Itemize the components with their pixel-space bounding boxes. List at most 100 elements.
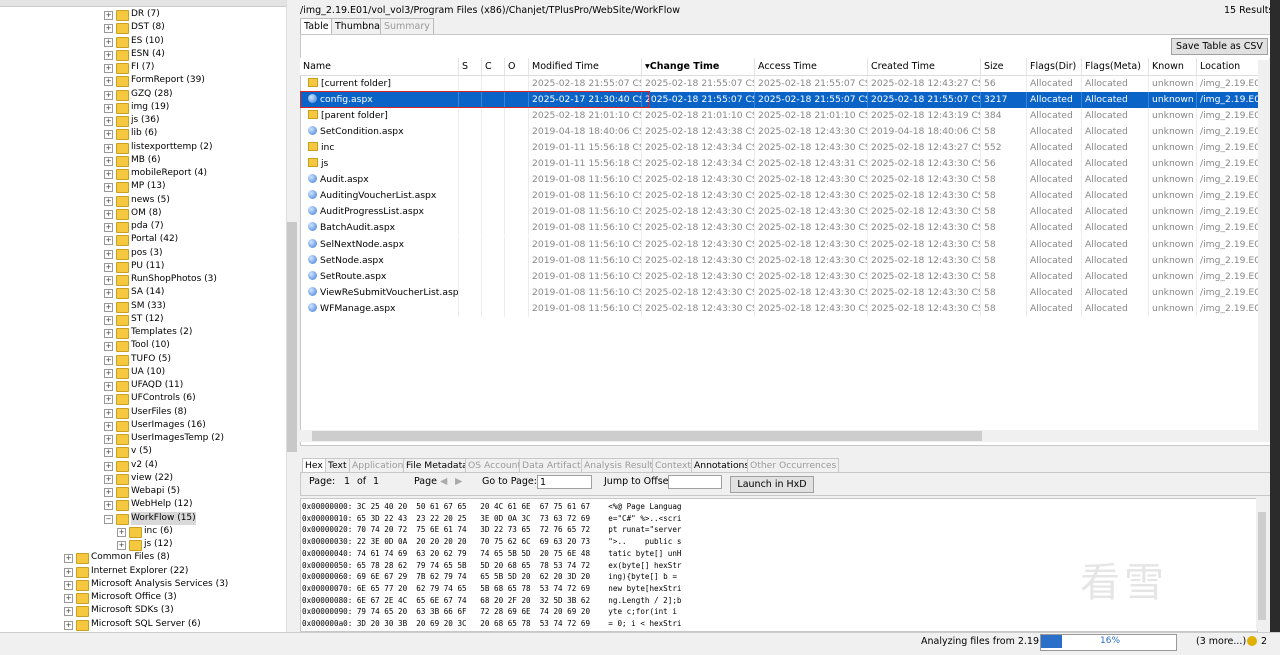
bottom-tab[interactable]: Context [652, 458, 694, 473]
column-header[interactable]: Size [981, 58, 1027, 76]
expand-icon[interactable]: + [117, 541, 126, 550]
more-tasks-link[interactable]: (3 more...) [1196, 636, 1246, 647]
bottom-tab[interactable]: Hex [302, 458, 326, 473]
bottom-tab[interactable]: Annotations [691, 458, 753, 473]
table-row[interactable]: js 2019-01-11 15:56:18 CST 2025-02-18 12:4… [300, 156, 1270, 173]
expand-icon[interactable]: + [104, 329, 113, 338]
launch-hxd-button[interactable]: Launch in HxD [730, 476, 814, 493]
expand-icon[interactable]: + [104, 236, 113, 246]
expand-icon[interactable]: + [64, 567, 73, 577]
table-row[interactable]: BatchAudit.aspx 2019-01-08 11:56:10 CST 20… [300, 220, 1270, 237]
expand-icon[interactable]: + [64, 594, 73, 603]
table-row[interactable]: Audit.aspx 2019-01-08 11:56:10 CST 2025-02… [300, 172, 1270, 189]
warning-icon[interactable] [1247, 636, 1257, 646]
expand-icon[interactable]: + [104, 117, 113, 126]
expand-icon[interactable]: + [104, 302, 113, 312]
expand-icon[interactable]: + [104, 37, 113, 47]
column-header[interactable]: C [482, 58, 505, 76]
prev-page-icon[interactable]: ◀ [440, 476, 447, 487]
bottom-tab[interactable]: Analysis Results [581, 458, 661, 473]
table-cell: 2025-02-18 21:01:10 CST [642, 108, 755, 125]
column-header[interactable]: S [459, 58, 482, 76]
table-row[interactable]: SetRoute.aspx 2019-01-08 11:56:10 CST 2025… [300, 268, 1270, 285]
expand-icon[interactable]: + [104, 435, 113, 444]
expand-icon[interactable]: + [104, 421, 113, 431]
bottom-tab[interactable]: File Metadata [403, 458, 471, 473]
expand-icon[interactable]: + [104, 315, 113, 325]
expand-icon[interactable]: + [104, 183, 113, 193]
expand-icon[interactable]: + [64, 620, 73, 630]
expand-icon[interactable]: + [104, 196, 113, 206]
tab-summary[interactable]: Summary [380, 18, 434, 35]
table-row[interactable]: ViewReSubmitVoucherList.aspx 2019-01-08 1… [300, 284, 1270, 301]
column-header[interactable]: O [505, 58, 529, 76]
expand-icon[interactable]: + [104, 170, 113, 179]
expand-icon[interactable]: + [104, 103, 113, 113]
expand-icon[interactable]: + [104, 156, 113, 166]
expand-icon[interactable]: + [104, 249, 113, 259]
expand-icon[interactable]: + [104, 64, 113, 73]
expand-icon[interactable]: + [104, 223, 113, 232]
expand-icon[interactable]: + [104, 461, 113, 471]
jump-offset-input[interactable] [668, 475, 722, 489]
column-header[interactable]: Flags(Meta) [1082, 58, 1149, 76]
expand-icon[interactable]: + [104, 90, 113, 100]
bottom-tab[interactable]: Data Artifacts [519, 458, 589, 473]
table-row[interactable]: inc 2019-01-11 15:56:18 CST 2025-02-18 12:… [300, 140, 1270, 157]
goto-page-input[interactable]: 1 [537, 475, 592, 489]
bottom-tab[interactable]: Other Occurrences [747, 458, 840, 473]
expand-icon[interactable]: + [104, 276, 113, 285]
column-header[interactable]: Created Time [868, 58, 981, 76]
table-row[interactable]: [parent folder] 2025-02-18 21:01:10 CST 20… [300, 108, 1270, 125]
bottom-tab[interactable]: Application [349, 458, 407, 473]
bottom-tab[interactable]: Text [325, 458, 350, 473]
expand-icon[interactable]: + [104, 209, 113, 219]
expand-icon[interactable]: + [104, 355, 113, 365]
collapse-icon[interactable]: − [104, 514, 113, 524]
expand-icon[interactable]: + [104, 488, 113, 497]
tree-scrollbar-thumb[interactable] [287, 222, 297, 452]
expand-icon[interactable]: + [104, 143, 113, 153]
expand-icon[interactable]: + [104, 408, 113, 418]
table-vertical-scrollbar[interactable] [1258, 60, 1270, 430]
column-header[interactable]: Access Time [755, 58, 868, 76]
expand-icon[interactable]: + [104, 77, 113, 87]
column-header[interactable]: Known [1149, 58, 1197, 76]
expand-icon[interactable]: + [117, 527, 126, 537]
expand-icon[interactable]: + [64, 554, 73, 564]
table-row[interactable]: SetNode.aspx 2019-01-08 11:56:10 CST 2025-… [300, 252, 1270, 269]
table-row[interactable]: [current folder] 2025-02-18 21:55:07 CST 2… [300, 76, 1270, 92]
table-row[interactable]: SetCondition.aspx 2019-04-18 18:40:06 CST… [300, 124, 1270, 141]
table-row[interactable]: AuditingVoucherList.aspx 2019-01-08 11:56… [300, 188, 1270, 205]
expand-icon[interactable]: + [104, 368, 113, 378]
expand-icon[interactable]: + [104, 474, 113, 484]
tree-item-label: DST (8) [131, 22, 165, 33]
column-header[interactable]: ▾Change Time [642, 58, 755, 76]
table-row[interactable]: WFManage.aspx 2019-01-08 11:56:10 CST 2025… [300, 300, 1270, 317]
expand-icon[interactable]: + [104, 395, 113, 405]
expand-icon[interactable]: + [104, 448, 113, 458]
directory-tree[interactable]: + DR (7) + DST (8) + ES (10) + ESN (4) + FI (7) + F… [0, 0, 286, 632]
expand-icon[interactable]: + [104, 130, 113, 140]
hex-scrollbar-thumb[interactable] [1258, 512, 1266, 620]
save-csv-button[interactable]: Save Table as CSV [1171, 38, 1268, 55]
tab-table[interactable]: Table [300, 18, 333, 35]
table-horizontal-scrollbar-thumb[interactable] [312, 431, 982, 441]
expand-icon[interactable]: + [104, 50, 113, 60]
expand-icon[interactable]: + [104, 382, 113, 391]
column-header[interactable]: Flags(Dir) [1027, 58, 1082, 76]
column-header[interactable]: Modified Time [529, 58, 642, 76]
table-row[interactable]: AuditProgressList.aspx 2019-01-08 11:56:1… [300, 204, 1270, 221]
bottom-tab[interactable]: OS Account [465, 458, 525, 473]
expand-icon[interactable]: + [104, 11, 113, 20]
expand-icon[interactable]: + [64, 607, 73, 617]
column-header[interactable]: Name [300, 58, 459, 76]
expand-icon[interactable]: + [104, 24, 113, 34]
expand-icon[interactable]: + [64, 580, 73, 590]
expand-icon[interactable]: + [104, 262, 113, 272]
table-row[interactable]: SelNextNode.aspx 2019-01-08 11:56:10 CST 2… [300, 236, 1270, 253]
next-page-icon[interactable]: ▶ [455, 476, 462, 487]
expand-icon[interactable]: + [104, 342, 113, 352]
expand-icon[interactable]: + [104, 289, 113, 299]
expand-icon[interactable]: + [104, 501, 113, 511]
